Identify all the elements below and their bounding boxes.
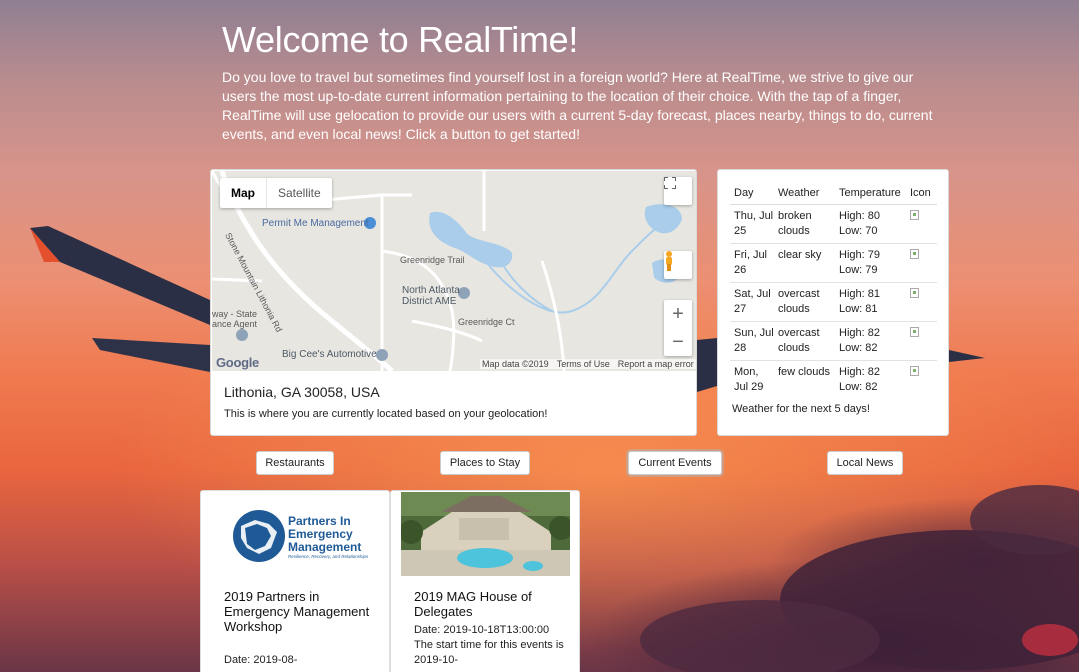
forecast-icon-cell	[906, 243, 937, 283]
forecast-day: Sat, Jul 27	[730, 282, 774, 322]
fullscreen-button[interactable]	[664, 177, 692, 205]
zoom-out-button[interactable]: −	[672, 328, 684, 356]
broken-image-icon	[910, 288, 919, 298]
forecast-low: Low: 81	[839, 303, 878, 315]
forecast-caption: Weather for the next 5 days!	[732, 403, 870, 415]
forecast-temperature: High: 82 Low: 82	[835, 321, 906, 361]
forecast-icon-cell	[906, 321, 937, 361]
forecast-low: Low: 70	[839, 225, 878, 237]
forecast-temperature: High: 81 Low: 81	[835, 282, 906, 322]
google-map[interactable]: Permit Me Management Greenridge Trail No…	[212, 171, 696, 371]
logo-line1: Partners In	[288, 514, 351, 528]
forecast-day: Fri, Jul 26	[730, 243, 774, 283]
forecast-high: High: 79	[839, 249, 880, 261]
logo-line3: Management	[288, 540, 361, 554]
logo-line2: Emergency	[288, 527, 353, 541]
report-error-link[interactable]: Report a map error	[618, 359, 694, 369]
forecast-header-row: Day Weather Temperature Icon	[730, 185, 937, 205]
terms-link[interactable]: Terms of Use	[557, 359, 610, 369]
forecast-temperature: High: 80 Low: 70	[835, 204, 906, 244]
map-label-permit: Permit Me Management	[262, 218, 369, 229]
map-data-credit: Map data ©2019	[482, 359, 549, 369]
map-tab-map[interactable]: Map	[220, 178, 267, 208]
map-label-north-atlanta-2: District AME	[402, 296, 457, 307]
header-icon: Icon	[906, 185, 937, 205]
forecast-row: Fri, Jul 26 clear sky High: 79 Low: 79	[730, 243, 937, 283]
current-events-button[interactable]: Current Events	[628, 451, 722, 475]
forecast-temperature: High: 82 Low: 82	[835, 361, 906, 400]
location-description: This is where you are currently located …	[224, 408, 548, 420]
forecast-weather: overcast clouds	[774, 321, 835, 361]
forecast-high: High: 82	[839, 327, 880, 339]
forecast-low: Low: 82	[839, 381, 878, 393]
forecast-row: Mon, Jul 29 few clouds High: 82 Low: 82	[730, 361, 937, 400]
event-date: Date: 2019-08-	[224, 654, 298, 666]
map-label-way-state-1: way - State	[212, 309, 258, 319]
broken-image-icon	[910, 327, 919, 337]
event-title: 2019 Partners in Emergency Management Wo…	[224, 589, 370, 634]
event-card[interactable]: 2019 MAG House of Delegates Date: 2019-1…	[390, 490, 580, 672]
header-weather: Weather	[774, 185, 835, 205]
google-logo: Google	[216, 355, 259, 370]
fullscreen-icon	[664, 177, 676, 189]
event-photo	[401, 492, 570, 576]
event-logo: Partners In Emergency Management Resilie…	[211, 492, 380, 576]
forecast-high: High: 82	[839, 366, 880, 378]
forecast-day: Sun, Jul 28	[730, 321, 774, 361]
broken-image-icon	[910, 249, 919, 259]
forecast-row: Sun, Jul 28 overcast clouds High: 82 Low: 8…	[730, 321, 937, 361]
zoom-in-button[interactable]: +	[672, 300, 684, 328]
broken-image-icon	[910, 366, 919, 376]
resort-photo-icon	[401, 492, 570, 576]
forecast-table: Day Weather Temperature Icon Thu, Jul 25…	[730, 185, 937, 399]
forecast-day: Thu, Jul 25	[730, 204, 774, 244]
forecast-day: Mon, Jul 29	[734, 366, 764, 393]
weather-card: Day Weather Temperature Icon Thu, Jul 25…	[717, 169, 949, 436]
forecast-high: High: 80	[839, 210, 880, 222]
pegman-icon	[666, 251, 672, 271]
map-label-greenridge-ct: Greenridge Ct	[458, 317, 515, 327]
partners-logo-icon: Partners In Emergency Management Resilie…	[233, 510, 369, 562]
map-tab-satellite[interactable]: Satellite	[267, 178, 332, 208]
forecast-temperature: High: 79 Low: 79	[835, 243, 906, 283]
map-footer: Map data ©2019 Terms of Use Report a map…	[480, 359, 696, 369]
map-label-north-atlanta-1: North Atlanta	[402, 285, 460, 296]
places-to-stay-button[interactable]: Places to Stay	[440, 451, 530, 475]
map-label-big-cees: Big Cee's Automotive	[282, 349, 377, 360]
street-view-button[interactable]	[664, 251, 692, 279]
forecast-low: Low: 79	[839, 264, 878, 276]
forecast-weather: overcast clouds	[774, 282, 835, 322]
map-label-greenridge-trail: Greenridge Trail	[400, 255, 465, 265]
restaurants-button[interactable]: Restaurants	[256, 451, 334, 475]
forecast-row: Thu, Jul 25 broken clouds High: 80 Low: 70	[730, 204, 937, 244]
broken-image-icon	[910, 210, 919, 220]
event-title: 2019 MAG House of Delegates	[414, 589, 532, 619]
page-title: Welcome to RealTime!	[222, 19, 579, 60]
forecast-weather: clear sky	[774, 243, 835, 283]
location-card: Permit Me Management Greenridge Trail No…	[210, 169, 697, 436]
header-day: Day	[730, 185, 774, 205]
intro-text: Do you love to travel but sometimes find…	[222, 69, 933, 142]
logo-tagline: Resilience, Recovery, and Relationships	[288, 554, 369, 559]
header-temperature: Temperature	[835, 185, 906, 205]
local-news-button[interactable]: Local News	[827, 451, 903, 475]
event-card[interactable]: Partners In Emergency Management Resilie…	[200, 490, 390, 672]
forecast-weather: broken clouds	[774, 204, 835, 244]
event-date: Date: 2019-10-18T13:00:00	[414, 624, 550, 636]
map-type-control: Map Satellite	[220, 178, 332, 208]
map-label-way-state-2: ance Agent	[212, 319, 258, 329]
forecast-icon-cell	[906, 361, 937, 400]
forecast-low: Low: 82	[839, 342, 878, 354]
forecast-row: Sat, Jul 27 overcast clouds High: 81 Low: 8…	[730, 282, 937, 322]
event-description: The start time for this events is 2019-1…	[414, 639, 564, 666]
forecast-icon-cell	[906, 282, 937, 322]
location-address: Lithonia, GA 30058, USA	[224, 384, 380, 400]
zoom-control: + −	[664, 300, 692, 356]
hero: Welcome to RealTime! Do you love to trav…	[222, 20, 942, 144]
forecast-high: High: 81	[839, 288, 880, 300]
forecast-weather: few clouds	[778, 366, 830, 378]
forecast-icon-cell	[906, 204, 937, 244]
